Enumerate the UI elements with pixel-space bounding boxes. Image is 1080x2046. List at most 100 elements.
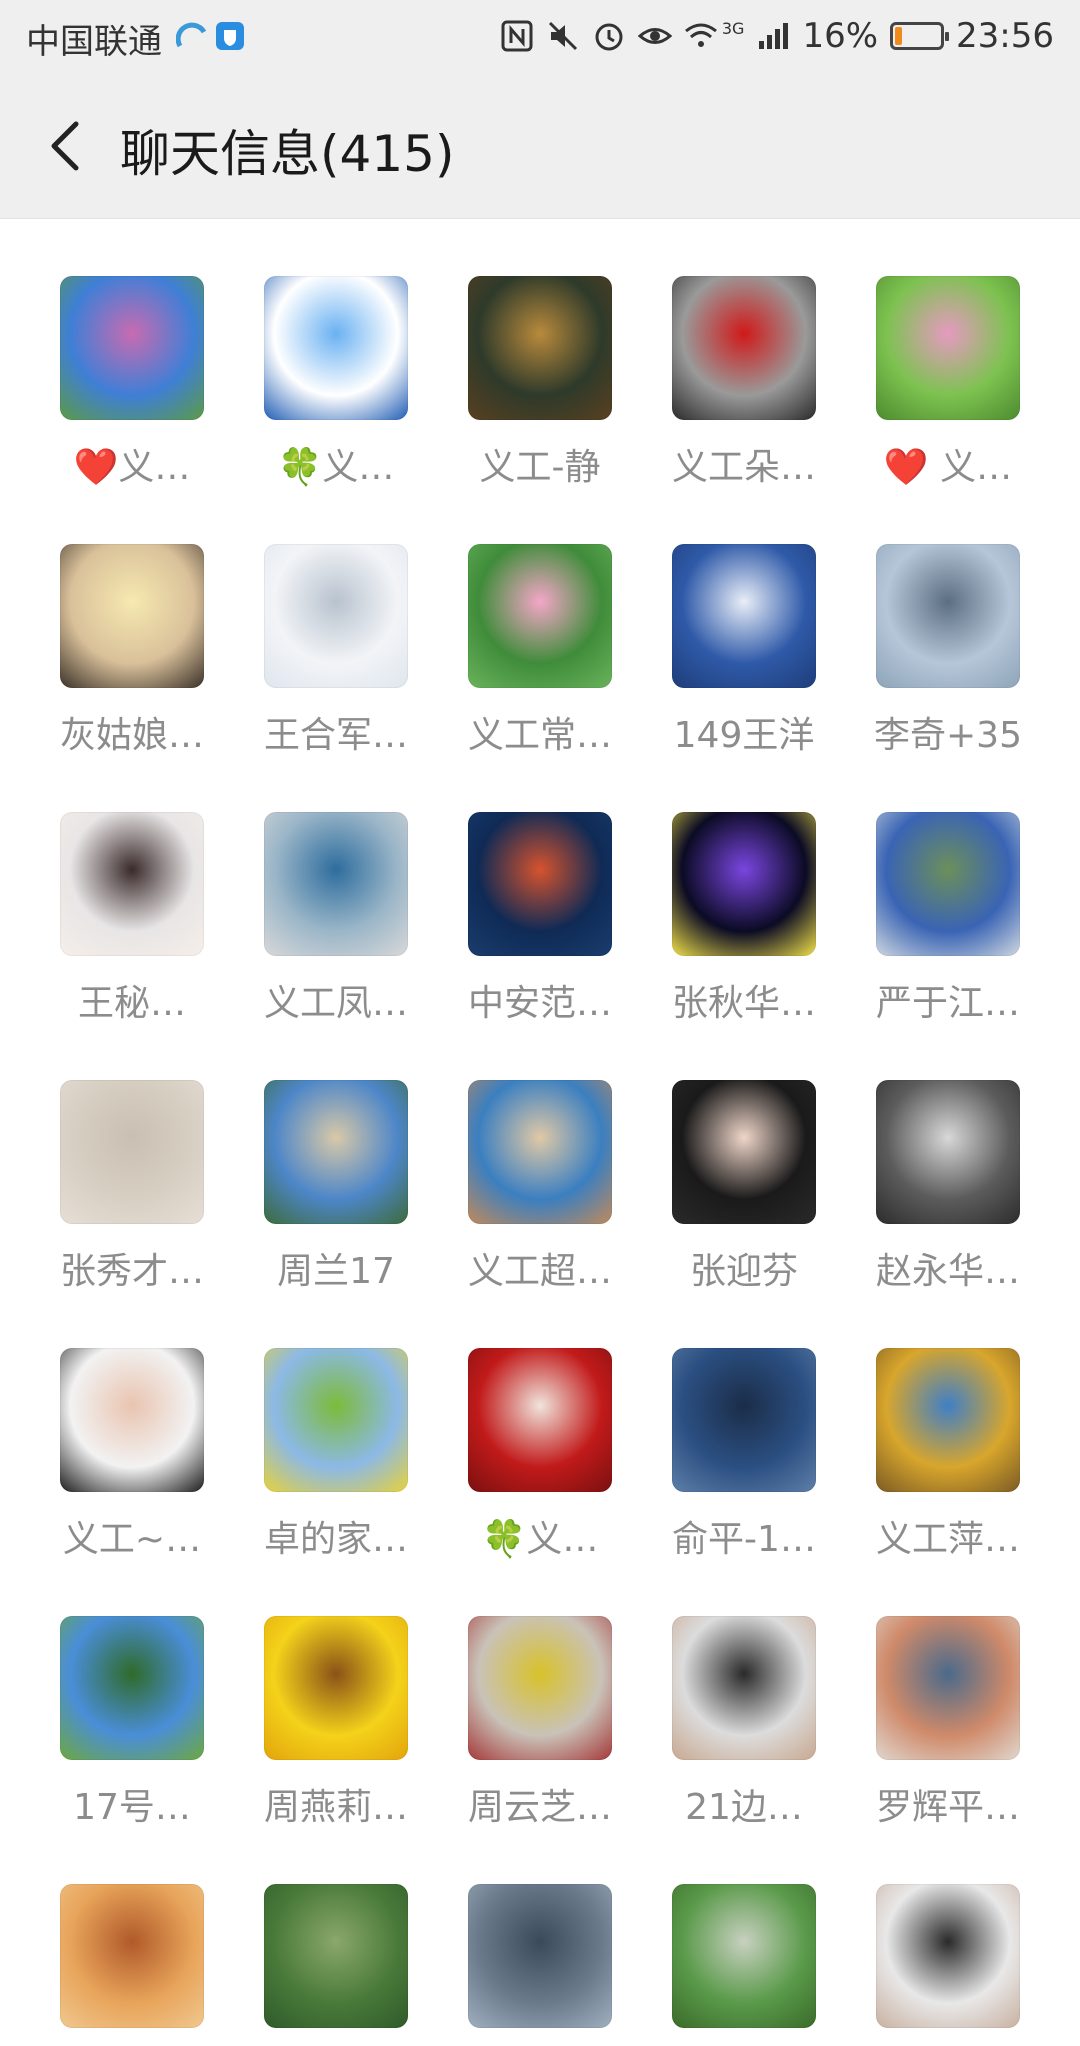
member-grid: ❤️义… 🍀义… 义工-静 义工朵… ❤️ 义… 灰姑娘… 王合军… 义工常… 149王洋 李奇+… bbox=[60, 276, 1022, 2046]
member-name: 义工~… bbox=[62, 1519, 202, 1560]
member-item[interactable]: ❤️ 义… bbox=[876, 276, 1020, 490]
member-item[interactable]: 义工-静 bbox=[468, 276, 612, 490]
member-name: 张迎芬 bbox=[689, 1251, 798, 1292]
member-avatar[interactable] bbox=[468, 812, 612, 956]
carrier-extra-icons bbox=[175, 18, 246, 56]
member-avatar[interactable] bbox=[60, 812, 204, 956]
member-item[interactable] bbox=[468, 1884, 612, 2046]
member-item[interactable]: 21边… bbox=[672, 1616, 816, 1830]
member-item[interactable]: 严于江… bbox=[876, 812, 1020, 1026]
member-avatar[interactable] bbox=[468, 1080, 612, 1224]
network-type: 3G bbox=[721, 18, 745, 38]
back-button[interactable] bbox=[30, 110, 102, 182]
member-name: 义工朵… bbox=[671, 447, 816, 488]
clock: 23:56 bbox=[956, 16, 1054, 56]
battery-icon bbox=[890, 22, 950, 50]
member-avatar[interactable] bbox=[60, 276, 204, 420]
mute-icon bbox=[548, 21, 577, 51]
member-item[interactable]: 义工超… bbox=[468, 1080, 612, 1294]
member-avatar[interactable] bbox=[468, 1348, 612, 1492]
member-avatar[interactable] bbox=[264, 1616, 408, 1760]
member-item[interactable]: 张迎芬 bbox=[672, 1080, 816, 1294]
member-avatar[interactable] bbox=[60, 1884, 204, 2028]
member-name: ❤️义… bbox=[73, 447, 191, 488]
member-item[interactable]: 17号… bbox=[60, 1616, 204, 1830]
member-item[interactable]: 义工~… bbox=[60, 1348, 204, 1562]
member-avatar[interactable] bbox=[264, 1884, 408, 2028]
member-avatar[interactable] bbox=[60, 1080, 204, 1224]
member-name: 17号… bbox=[73, 1787, 191, 1828]
member-item[interactable]: 周兰17 bbox=[264, 1080, 408, 1294]
member-item[interactable]: 张秋华… bbox=[672, 812, 816, 1026]
member-avatar[interactable] bbox=[876, 1884, 1020, 2028]
member-item[interactable]: 周燕莉… bbox=[264, 1616, 408, 1830]
member-avatar[interactable] bbox=[468, 1616, 612, 1760]
member-avatar[interactable] bbox=[468, 276, 612, 420]
member-name: 张秋华… bbox=[671, 983, 816, 1024]
member-avatar[interactable] bbox=[876, 1616, 1020, 1760]
member-avatar[interactable] bbox=[264, 276, 408, 420]
member-item[interactable]: 🍀义… bbox=[264, 276, 408, 490]
back-arrow-icon bbox=[51, 121, 79, 171]
member-item[interactable]: 义工凤… bbox=[264, 812, 408, 1026]
member-avatar[interactable] bbox=[264, 544, 408, 688]
member-avatar[interactable] bbox=[468, 1884, 612, 2028]
member-item[interactable]: 🍀义… bbox=[468, 1348, 612, 1562]
member-item[interactable]: 义工常… bbox=[468, 544, 612, 758]
member-avatar[interactable] bbox=[264, 812, 408, 956]
member-avatar[interactable] bbox=[672, 812, 816, 956]
member-name: 王合军… bbox=[263, 715, 408, 756]
signal-icon bbox=[759, 23, 789, 49]
member-item[interactable]: 罗辉平… bbox=[876, 1616, 1020, 1830]
member-item[interactable]: 灰姑娘… bbox=[60, 544, 204, 758]
member-avatar[interactable] bbox=[876, 1080, 1020, 1224]
member-item[interactable]: 张秀才… bbox=[60, 1080, 204, 1294]
member-name: 严于江… bbox=[875, 983, 1020, 1024]
member-avatar[interactable] bbox=[672, 1348, 816, 1492]
member-item[interactable]: 149王洋 bbox=[672, 544, 816, 758]
member-name: 赵永华… bbox=[875, 1251, 1020, 1292]
member-item[interactable] bbox=[876, 1884, 1020, 2046]
member-avatar[interactable] bbox=[468, 544, 612, 688]
member-item[interactable]: 周云芝… bbox=[468, 1616, 612, 1830]
member-avatar[interactable] bbox=[876, 276, 1020, 420]
member-avatar[interactable] bbox=[60, 544, 204, 688]
member-avatar[interactable] bbox=[672, 1080, 816, 1224]
member-name: 李奇+35 bbox=[874, 715, 1022, 756]
member-avatar[interactable] bbox=[264, 1348, 408, 1492]
member-name: 义工凤… bbox=[263, 983, 408, 1024]
member-avatar[interactable] bbox=[876, 1348, 1020, 1492]
member-item[interactable]: 义工萍… bbox=[876, 1348, 1020, 1562]
member-item[interactable]: ❤️义… bbox=[60, 276, 204, 490]
member-avatar[interactable] bbox=[672, 1616, 816, 1760]
member-name: 中安范… bbox=[467, 983, 612, 1024]
member-name: 俞平-1… bbox=[672, 1519, 816, 1560]
member-name: 义工-静 bbox=[479, 447, 601, 488]
status-bar: 中国联通 3G 16% 23:56 bbox=[0, 0, 1080, 74]
member-avatar[interactable] bbox=[60, 1616, 204, 1760]
member-name: 王秘… bbox=[77, 983, 186, 1024]
member-avatar[interactable] bbox=[876, 544, 1020, 688]
member-item[interactable]: 俞平-1… bbox=[672, 1348, 816, 1562]
member-avatar[interactable] bbox=[672, 544, 816, 688]
member-avatar[interactable] bbox=[264, 1080, 408, 1224]
member-name: 灰姑娘… bbox=[59, 715, 204, 756]
member-item[interactable]: 赵永华… bbox=[876, 1080, 1020, 1294]
member-avatar[interactable] bbox=[876, 812, 1020, 956]
member-item[interactable] bbox=[264, 1884, 408, 2046]
eye-comfort-icon bbox=[637, 28, 672, 44]
member-name: 周兰17 bbox=[277, 1251, 395, 1292]
member-avatar[interactable] bbox=[60, 1348, 204, 1492]
member-item[interactable]: 卓的家… bbox=[264, 1348, 408, 1562]
member-item[interactable]: 王秘… bbox=[60, 812, 204, 1026]
member-item[interactable]: 中安范… bbox=[468, 812, 612, 1026]
member-item[interactable]: 王合军… bbox=[264, 544, 408, 758]
member-item[interactable]: 义工朵… bbox=[672, 276, 816, 490]
member-item[interactable] bbox=[672, 1884, 816, 2046]
member-item[interactable]: 李奇+35 bbox=[874, 544, 1022, 758]
member-name: 卓的家… bbox=[263, 1519, 408, 1560]
member-avatar[interactable] bbox=[672, 1884, 816, 2028]
nfc-icon bbox=[501, 20, 533, 52]
member-avatar[interactable] bbox=[672, 276, 816, 420]
member-item[interactable] bbox=[60, 1884, 204, 2046]
